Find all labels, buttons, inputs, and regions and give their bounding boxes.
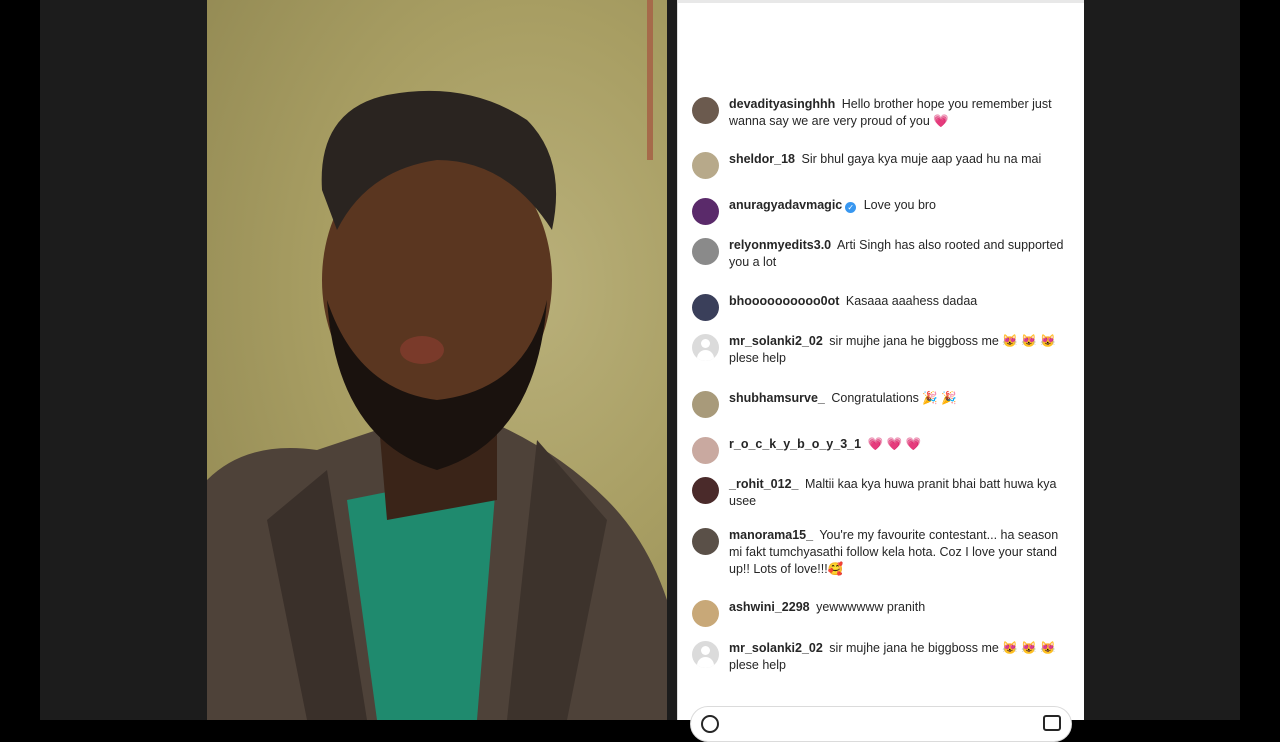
comment-username[interactable]: sheldor_18 bbox=[729, 152, 795, 166]
verified-badge-icon: ✓ bbox=[845, 202, 857, 213]
emoji-icon[interactable] bbox=[701, 715, 719, 733]
panel-divider bbox=[678, 0, 1084, 3]
comment-username[interactable]: mr_solanki2_02 bbox=[729, 334, 823, 348]
avatar[interactable] bbox=[692, 641, 719, 668]
comment-body: Congratulations 🎉 🎉 bbox=[831, 391, 957, 405]
comment-text: ashwini_2298 yewwwwww pranith bbox=[729, 599, 925, 616]
comment-username[interactable]: relyonmyedits3.0 bbox=[729, 238, 831, 252]
comment-body: 💗 💗 💗 bbox=[867, 437, 922, 451]
comment-item: bhoooooooooo0ot Kasaaa aaahess dadaa bbox=[692, 293, 1064, 321]
comment-body: yewwwwww pranith bbox=[816, 600, 926, 614]
avatar[interactable] bbox=[692, 238, 719, 265]
comment-text: r_o_c_k_y_b_o_y_3_1 💗 💗 💗 bbox=[729, 436, 921, 453]
live-video[interactable] bbox=[207, 0, 667, 720]
comment-text: mr_solanki2_02 sir mujhe jana he biggbos… bbox=[729, 333, 1064, 367]
comment-username[interactable]: _rohit_012_ bbox=[729, 477, 798, 491]
comment-body: Love you bro bbox=[863, 198, 937, 212]
comment-username[interactable]: manorama15_ bbox=[729, 528, 813, 542]
comment-username[interactable]: r_o_c_k_y_b_o_y_3_1 bbox=[729, 437, 861, 451]
comment-item: ashwini_2298 yewwwwww pranith bbox=[692, 599, 1064, 627]
comment-item: devadityasinghhh Hello brother hope you … bbox=[692, 96, 1064, 130]
avatar[interactable] bbox=[692, 528, 719, 555]
avatar[interactable] bbox=[692, 152, 719, 179]
comment-item: sheldor_18 Sir bhul gaya kya muje aap ya… bbox=[692, 151, 1064, 179]
avatar[interactable] bbox=[692, 294, 719, 321]
comment-text: devadityasinghhh Hello brother hope you … bbox=[729, 96, 1064, 130]
comment-body: Sir bhul gaya kya muje aap yaad hu na ma… bbox=[801, 152, 1042, 166]
comment-text: bhoooooooooo0ot Kasaaa aaahess dadaa bbox=[729, 293, 977, 310]
comment-text: manorama15_ You're my favourite contesta… bbox=[729, 527, 1064, 578]
avatar[interactable] bbox=[692, 477, 719, 504]
comment-text: anuragyadavmagic ✓ Love you bro bbox=[729, 197, 936, 214]
comment-item: mr_solanki2_02 sir mujhe jana he biggbos… bbox=[692, 640, 1064, 674]
comment-username[interactable]: ashwini_2298 bbox=[729, 600, 810, 614]
comment-item: relyonmyedits3.0 Arti Singh has also roo… bbox=[692, 237, 1064, 271]
avatar[interactable] bbox=[692, 437, 719, 464]
comment-text: shubhamsurve_ Congratulations 🎉 🎉 bbox=[729, 390, 957, 407]
comment-body: Kasaaa aaahess dadaa bbox=[845, 294, 978, 308]
comment-text: _rohit_012_ Maltii kaa kya huwa pranit b… bbox=[729, 476, 1064, 510]
comment-item: anuragyadavmagic ✓ Love you bro bbox=[692, 197, 1064, 225]
comment-item: r_o_c_k_y_b_o_y_3_1 💗 💗 💗 bbox=[692, 436, 1064, 464]
streamer-figure bbox=[207, 90, 667, 720]
comment-item: manorama15_ You're my favourite contesta… bbox=[692, 527, 1064, 578]
gift-icon[interactable] bbox=[1043, 715, 1061, 731]
comments-panel: devadityasinghhh Hello brother hope you … bbox=[677, 0, 1084, 742]
avatar[interactable] bbox=[692, 600, 719, 627]
comment-text: relyonmyedits3.0 Arti Singh has also roo… bbox=[729, 237, 1064, 271]
comment-item: _rohit_012_ Maltii kaa kya huwa pranit b… bbox=[692, 476, 1064, 510]
avatar[interactable] bbox=[692, 391, 719, 418]
comment-item: shubhamsurve_ Congratulations 🎉 🎉 bbox=[692, 390, 1064, 418]
avatar[interactable] bbox=[692, 97, 719, 124]
comment-username[interactable]: mr_solanki2_02 bbox=[729, 641, 823, 655]
comment-username[interactable]: anuragyadavmagic bbox=[729, 198, 842, 212]
avatar[interactable] bbox=[692, 334, 719, 361]
comment-username[interactable]: bhoooooooooo0ot bbox=[729, 294, 839, 308]
comment-text: mr_solanki2_02 sir mujhe jana he biggbos… bbox=[729, 640, 1064, 674]
avatar[interactable] bbox=[692, 198, 719, 225]
letterbox-left bbox=[0, 0, 40, 720]
comment-item: mr_solanki2_02 sir mujhe jana he biggbos… bbox=[692, 333, 1064, 367]
comment-username[interactable]: shubhamsurve_ bbox=[729, 391, 825, 405]
comment-input[interactable] bbox=[690, 706, 1072, 742]
comment-text: sheldor_18 Sir bhul gaya kya muje aap ya… bbox=[729, 151, 1041, 168]
letterbox-right bbox=[1240, 0, 1280, 720]
comment-username[interactable]: devadityasinghhh bbox=[729, 97, 835, 111]
